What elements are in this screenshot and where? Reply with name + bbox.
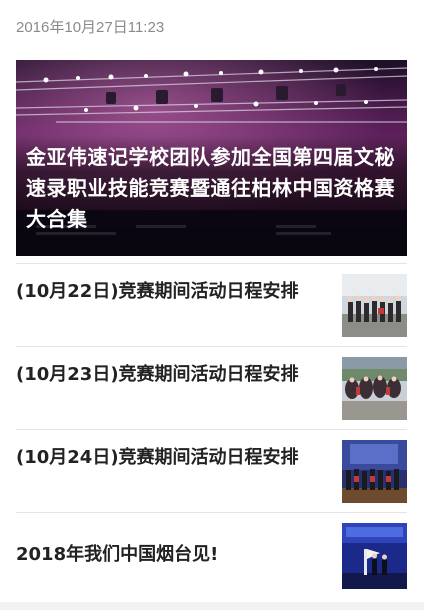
list-item-thumbnail — [342, 523, 407, 589]
list-item-thumbnail — [342, 357, 407, 420]
list-item-title: (10月23日)竞赛期间活动日程安排 — [16, 364, 299, 385]
article-page: 2016年10月27日11:23 金亚伟速记学校团队参加全国第四届文秘速录职业技… — [0, 0, 424, 610]
list-item[interactable]: (10月22日)竞赛期间活动日程安排 — [16, 263, 407, 344]
publish-timestamp: 2016年10月27日11:23 — [16, 19, 165, 36]
list-item-thumbnail — [342, 274, 407, 337]
list-item-title: (10月22日)竞赛期间活动日程安排 — [16, 281, 299, 302]
list-item[interactable]: (10月23日)竞赛期间活动日程安排 — [16, 346, 407, 427]
list-item[interactable]: 2018年我们中国烟台见! — [16, 512, 407, 601]
list-item-title: (10月24日)竞赛期间活动日程安排 — [16, 447, 299, 468]
hero-title: 金亚伟速记学校团队参加全国第四届文秘速录职业技能竞赛暨通往柏林中国资格赛大合集 — [26, 145, 395, 231]
bottom-divider — [0, 602, 424, 610]
list-item-title: 2018年我们中国烟台见! — [16, 544, 219, 565]
list-item[interactable]: (10月24日)竞赛期间活动日程安排 — [16, 429, 407, 510]
list-item-thumbnail — [342, 440, 407, 503]
hero-banner[interactable]: 金亚伟速记学校团队参加全国第四届文秘速录职业技能竞赛暨通往柏林中国资格赛大合集 — [16, 60, 407, 256]
